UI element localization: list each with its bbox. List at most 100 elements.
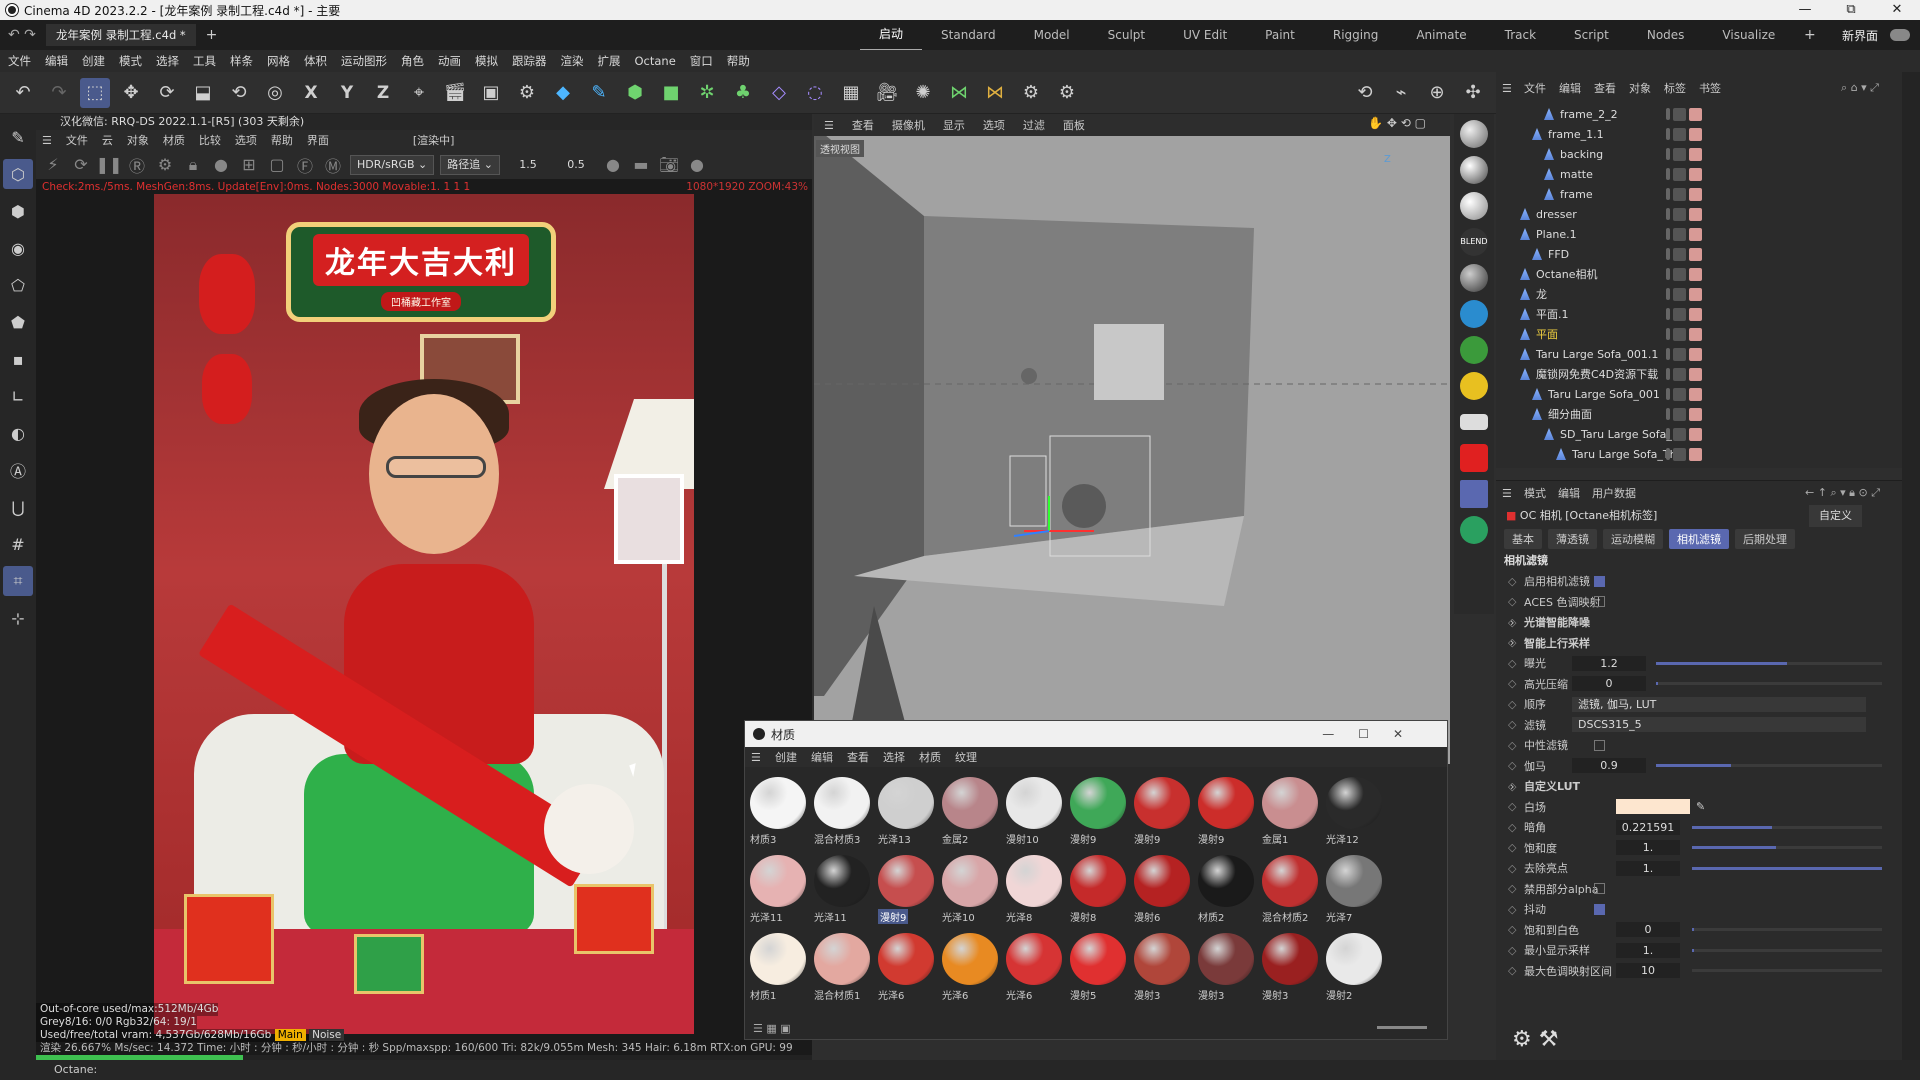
octane-diffuse-icon[interactable] <box>1460 120 1488 148</box>
material-swatch[interactable]: 漫射2 <box>1323 931 1385 1007</box>
material-tag-icon[interactable] <box>1689 287 1702 301</box>
tag-icon[interactable] <box>1673 267 1686 281</box>
x-axis-icon[interactable]: X <box>296 78 326 108</box>
object-row[interactable]: 龙 <box>1496 284 1902 304</box>
lv-extra-icon-3[interactable]: 📷︎ <box>658 154 680 176</box>
tag-icon[interactable] <box>1673 127 1686 141</box>
om-menu-item[interactable]: 对象 <box>1629 80 1651 96</box>
object-row[interactable]: frame <box>1496 184 1902 204</box>
viewport-canvas[interactable] <box>814 136 1450 764</box>
subdivision-icon[interactable]: ⬢ <box>620 78 650 108</box>
octane-area-light-icon[interactable] <box>1460 414 1488 430</box>
group-label[interactable]: 自定义LUT <box>1524 778 1588 794</box>
select-tool-icon[interactable]: ⬚ <box>80 77 110 108</box>
layout-tab[interactable]: Rigging <box>1314 20 1397 50</box>
group-label[interactable]: 光谱智能降噪 <box>1524 614 1590 630</box>
kernel-select[interactable]: 路径追 ⌄ <box>440 154 500 175</box>
render-image[interactable]: 龙年大吉大利 凹桶藏工作室 <box>154 194 694 1034</box>
snap-icon[interactable]: ◎ <box>260 78 290 108</box>
mograph-icon[interactable]: ♣ <box>728 78 758 108</box>
keyframe-diamond-icon[interactable]: ◇ <box>1508 677 1516 690</box>
menu-item[interactable]: 运动图形 <box>341 53 387 69</box>
attribute-slider[interactable] <box>1656 764 1882 768</box>
layout-tab[interactable]: 启动 <box>860 19 923 51</box>
material-tag-icon[interactable] <box>1689 107 1702 121</box>
points-mode-icon[interactable]: ◉ <box>3 233 33 263</box>
menu-item[interactable]: 选择 <box>156 53 179 69</box>
menu-item[interactable]: 样条 <box>230 53 253 69</box>
preset-select[interactable]: 自定义 <box>1809 505 1862 527</box>
layout-tab[interactable]: Model <box>1015 20 1089 50</box>
object-tags[interactable] <box>1666 307 1702 321</box>
tag-icon[interactable] <box>1673 347 1686 361</box>
menu-item[interactable]: 帮助 <box>727 53 750 69</box>
keyframe-diamond-icon[interactable]: ◇ <box>1508 698 1516 711</box>
om-menu-item[interactable]: 书签 <box>1699 80 1721 96</box>
visibility-dot[interactable] <box>1666 168 1670 180</box>
attribute-value-field[interactable]: 0.9 <box>1572 758 1646 774</box>
object-row[interactable]: Taru Large Sofa_001 <box>1496 384 1902 404</box>
render-settings-icon[interactable]: ⚙ <box>512 78 542 108</box>
keyframe-diamond-icon[interactable]: ◇ <box>1508 862 1516 875</box>
layout-tab[interactable]: Visualize <box>1703 20 1794 50</box>
view-mode-icons[interactable]: ☰ ▦ ▣ <box>753 1022 791 1035</box>
history-icon[interactable]: ⟲ <box>1350 78 1380 108</box>
material-tag-icon[interactable] <box>1689 387 1702 401</box>
tag-icon[interactable] <box>1673 287 1686 301</box>
lv-menu-item[interactable]: 界面 <box>307 132 329 148</box>
polygons-mode-icon[interactable]: ⬟ <box>3 307 33 337</box>
layout-tab[interactable]: Nodes <box>1628 20 1704 50</box>
object-row[interactable]: 平面.1 <box>1496 304 1902 324</box>
object-tags[interactable] <box>1666 387 1702 401</box>
menu-item[interactable]: 文件 <box>8 53 31 69</box>
visibility-dot[interactable] <box>1666 308 1670 320</box>
octane-metal-icon[interactable] <box>1460 264 1488 292</box>
attribute-slider[interactable] <box>1692 866 1882 870</box>
octane-blend-icon[interactable]: BLEND <box>1460 228 1488 256</box>
menu-item[interactable]: Octane <box>635 54 676 68</box>
am-menu-item[interactable]: 用户数据 <box>1592 485 1636 501</box>
quantize-icon[interactable]: ✣ <box>1458 78 1488 108</box>
attribute-slider[interactable] <box>1692 928 1882 932</box>
expand-chevron-icon[interactable]: › <box>1510 780 1514 793</box>
expand-chevron-icon[interactable]: › <box>1510 616 1514 629</box>
octane-camera-icon[interactable] <box>1460 444 1488 472</box>
keyframe-diamond-icon[interactable]: ◇ <box>1508 575 1516 588</box>
material-swatch[interactable]: 漫射9 <box>1067 775 1129 851</box>
sphere-icon[interactable]: ● <box>210 154 232 176</box>
lv-menu-item[interactable]: 对象 <box>127 132 149 148</box>
keyframe-diamond-icon[interactable]: ◇ <box>1508 944 1516 957</box>
object-row[interactable]: 细分曲面 <box>1496 404 1902 424</box>
attribute-slider[interactable] <box>1692 969 1882 973</box>
visibility-dot[interactable] <box>1666 188 1670 200</box>
menu-item[interactable]: 创建 <box>82 53 105 69</box>
object-row[interactable]: Plane.1 <box>1496 224 1902 244</box>
material-swatch[interactable]: 混合材质2 <box>1259 853 1321 929</box>
group-label[interactable]: 智能上行采样 <box>1524 635 1590 651</box>
material-swatch[interactable]: 光泽11 <box>811 853 873 929</box>
white-point-color-swatch[interactable] <box>1616 799 1690 815</box>
coordinate-system-icon[interactable]: ⌖ <box>404 78 434 108</box>
material-swatch[interactable]: 混合材质1 <box>811 931 873 1007</box>
keyframe-diamond-icon[interactable]: ◇ <box>1508 739 1516 752</box>
object-row[interactable]: dresser <box>1496 204 1902 224</box>
keyframe-diamond-icon[interactable]: ◇ <box>1508 759 1516 772</box>
mm-menu-item[interactable]: 编辑 <box>811 749 833 765</box>
attribute-value-field[interactable]: 1. <box>1616 942 1680 958</box>
material-tag-icon[interactable] <box>1689 307 1702 321</box>
visibility-dot[interactable] <box>1666 368 1670 380</box>
axis-icon[interactable]: ∟ <box>3 381 33 411</box>
layout-tab[interactable]: Track <box>1486 20 1555 50</box>
material-tag-icon[interactable] <box>1689 447 1702 461</box>
document-tab[interactable]: 龙年案例 录制工程.c4d * <box>46 24 196 46</box>
keyframe-diamond-icon[interactable]: ◇ <box>1508 841 1516 854</box>
viewport-menu-item[interactable]: 查看 <box>852 117 874 133</box>
visibility-dot[interactable] <box>1666 448 1670 460</box>
eyedropper-icon[interactable]: ✎ <box>1696 800 1705 813</box>
material-tag-icon[interactable] <box>1689 327 1702 341</box>
render-region-icon[interactable]: 🎬︎ <box>440 78 470 108</box>
octane-daylight-icon[interactable] <box>1460 372 1488 400</box>
tag-icon[interactable] <box>1673 427 1686 441</box>
transform-icon[interactable]: ⟲ <box>224 78 254 108</box>
light-icon[interactable]: ✺ <box>908 78 938 108</box>
